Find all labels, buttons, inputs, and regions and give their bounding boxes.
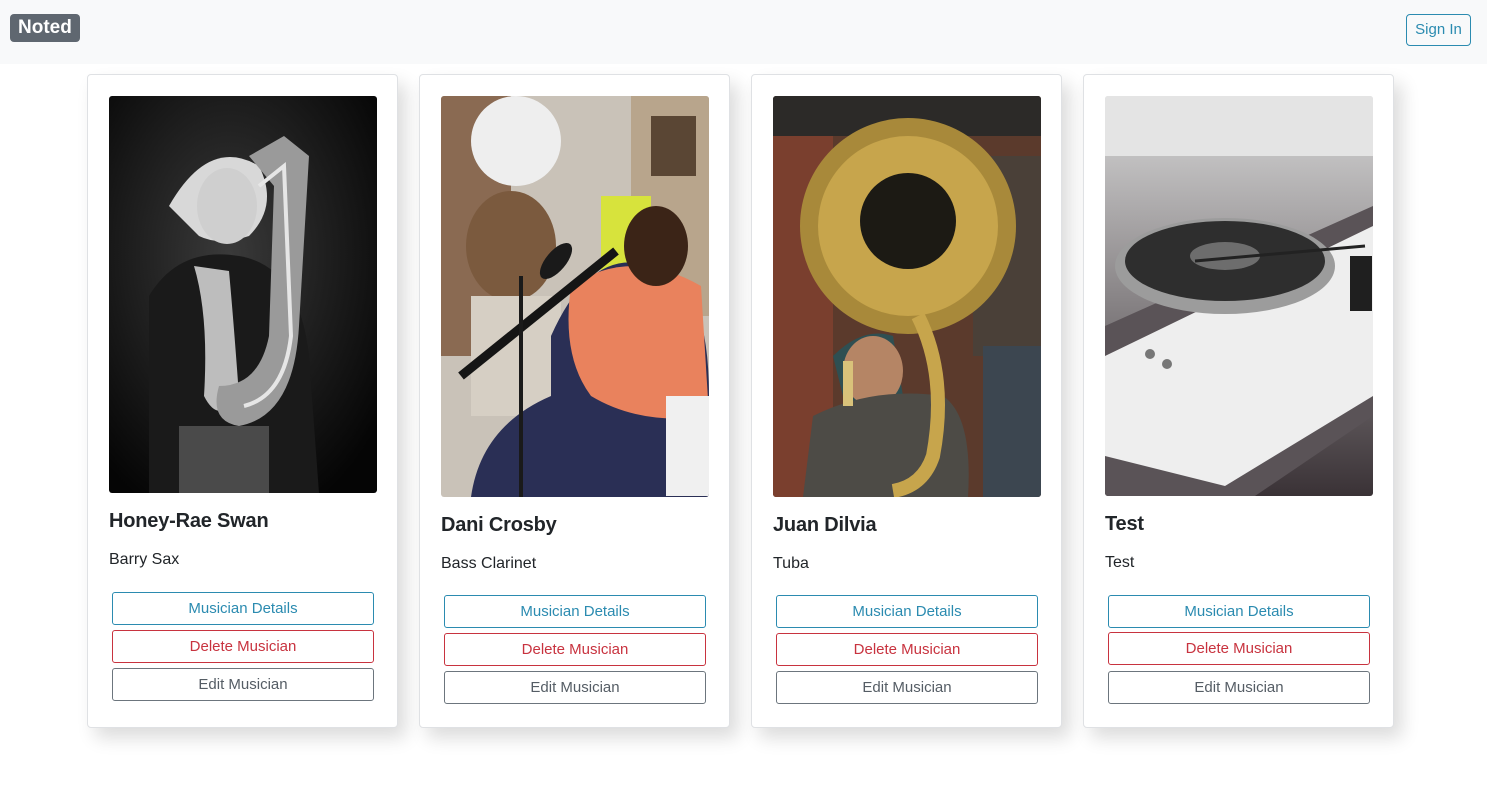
musician-card: Test Test Musician Details Delete Musici… <box>1083 74 1394 728</box>
musician-name: Test <box>1105 513 1144 535</box>
delete-musician-button[interactable]: Delete Musician <box>776 633 1038 666</box>
turntable-photo <box>1105 96 1373 496</box>
musician-card: Dani Crosby Bass Clarinet Musician Detai… <box>419 74 730 728</box>
musician-instrument: Bass Clarinet <box>441 555 537 572</box>
musician-details-button[interactable]: Musician Details <box>776 595 1038 628</box>
musician-instrument: Barry Sax <box>109 551 180 568</box>
musician-instrument: Tuba <box>773 555 809 572</box>
navbar: Noted Sign In <box>0 0 1487 64</box>
musician-name: Honey-Rae Swan <box>109 510 269 532</box>
edit-musician-button[interactable]: Edit Musician <box>444 671 706 704</box>
edit-musician-button[interactable]: Edit Musician <box>1108 671 1370 704</box>
delete-musician-button[interactable]: Delete Musician <box>1108 632 1370 665</box>
sousaphone-player-photo <box>773 96 1041 497</box>
musician-card: Honey-Rae Swan Barry Sax Musician Detail… <box>87 74 398 728</box>
musician-card: Juan Dilvia Tuba Musician Details Delete… <box>751 74 1062 728</box>
musician-name: Dani Crosby <box>441 514 557 536</box>
musician-name: Juan Dilvia <box>773 514 877 536</box>
edit-musician-button[interactable]: Edit Musician <box>776 671 1038 704</box>
musician-details-button[interactable]: Musician Details <box>112 592 374 625</box>
edit-musician-button[interactable]: Edit Musician <box>112 668 374 701</box>
delete-musician-button[interactable]: Delete Musician <box>112 630 374 663</box>
musician-details-button[interactable]: Musician Details <box>1108 595 1370 628</box>
saxophone-player-photo <box>109 96 377 493</box>
sign-in-button[interactable]: Sign In <box>1406 14 1471 46</box>
clarinet-player-photo <box>441 96 709 497</box>
musician-instrument: Test <box>1105 554 1135 571</box>
musician-details-button[interactable]: Musician Details <box>444 595 706 628</box>
delete-musician-button[interactable]: Delete Musician <box>444 633 706 666</box>
brand-logo[interactable]: Noted <box>10 14 80 42</box>
